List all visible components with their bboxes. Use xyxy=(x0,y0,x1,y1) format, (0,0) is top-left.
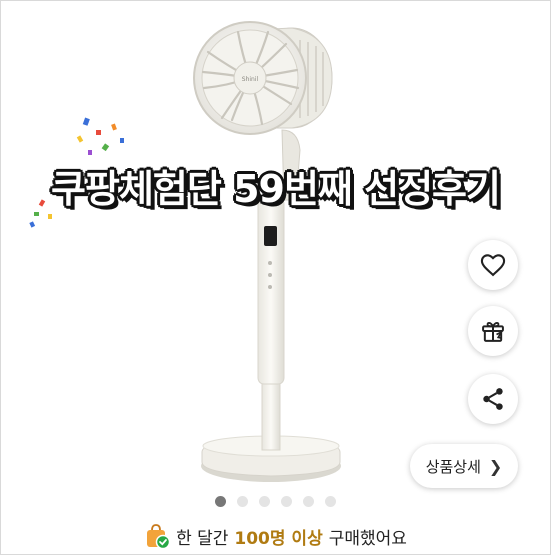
notice-suffix: 구매했어요 xyxy=(328,528,407,549)
brand-text: Shinil xyxy=(242,76,259,83)
gift-button[interactable] xyxy=(468,306,518,356)
product-image[interactable]: Shinil xyxy=(0,0,551,490)
carousel-dot[interactable] xyxy=(281,496,292,507)
review-headline: 쿠팡체험단 59번째 선정후기 xyxy=(51,167,501,211)
notice-highlight: 100명 이상 xyxy=(234,528,323,549)
carousel-pagination xyxy=(215,496,336,507)
carousel-dot[interactable] xyxy=(215,496,226,507)
product-details-label: 상품상세 xyxy=(425,457,481,476)
like-button[interactable] xyxy=(468,240,518,290)
chevron-right-icon: ❯ xyxy=(488,456,503,476)
share-button[interactable] xyxy=(468,374,518,424)
notice-prefix: 한 달간 xyxy=(176,528,229,549)
carousel-dot[interactable] xyxy=(237,496,248,507)
share-icon xyxy=(483,388,503,410)
gift-icon xyxy=(482,321,504,342)
heart-icon xyxy=(480,254,506,277)
shopping-bag-check-icon xyxy=(144,523,171,550)
carousel-dot[interactable] xyxy=(303,496,314,507)
fan-illustration: Shinil xyxy=(29,21,341,482)
carousel-dot[interactable] xyxy=(259,496,270,507)
product-details-button[interactable]: 상품상세 ❯ xyxy=(410,444,518,488)
purchase-notice: 한 달간 100명 이상 구매했어요 xyxy=(0,523,551,550)
carousel-dot[interactable] xyxy=(325,496,336,507)
